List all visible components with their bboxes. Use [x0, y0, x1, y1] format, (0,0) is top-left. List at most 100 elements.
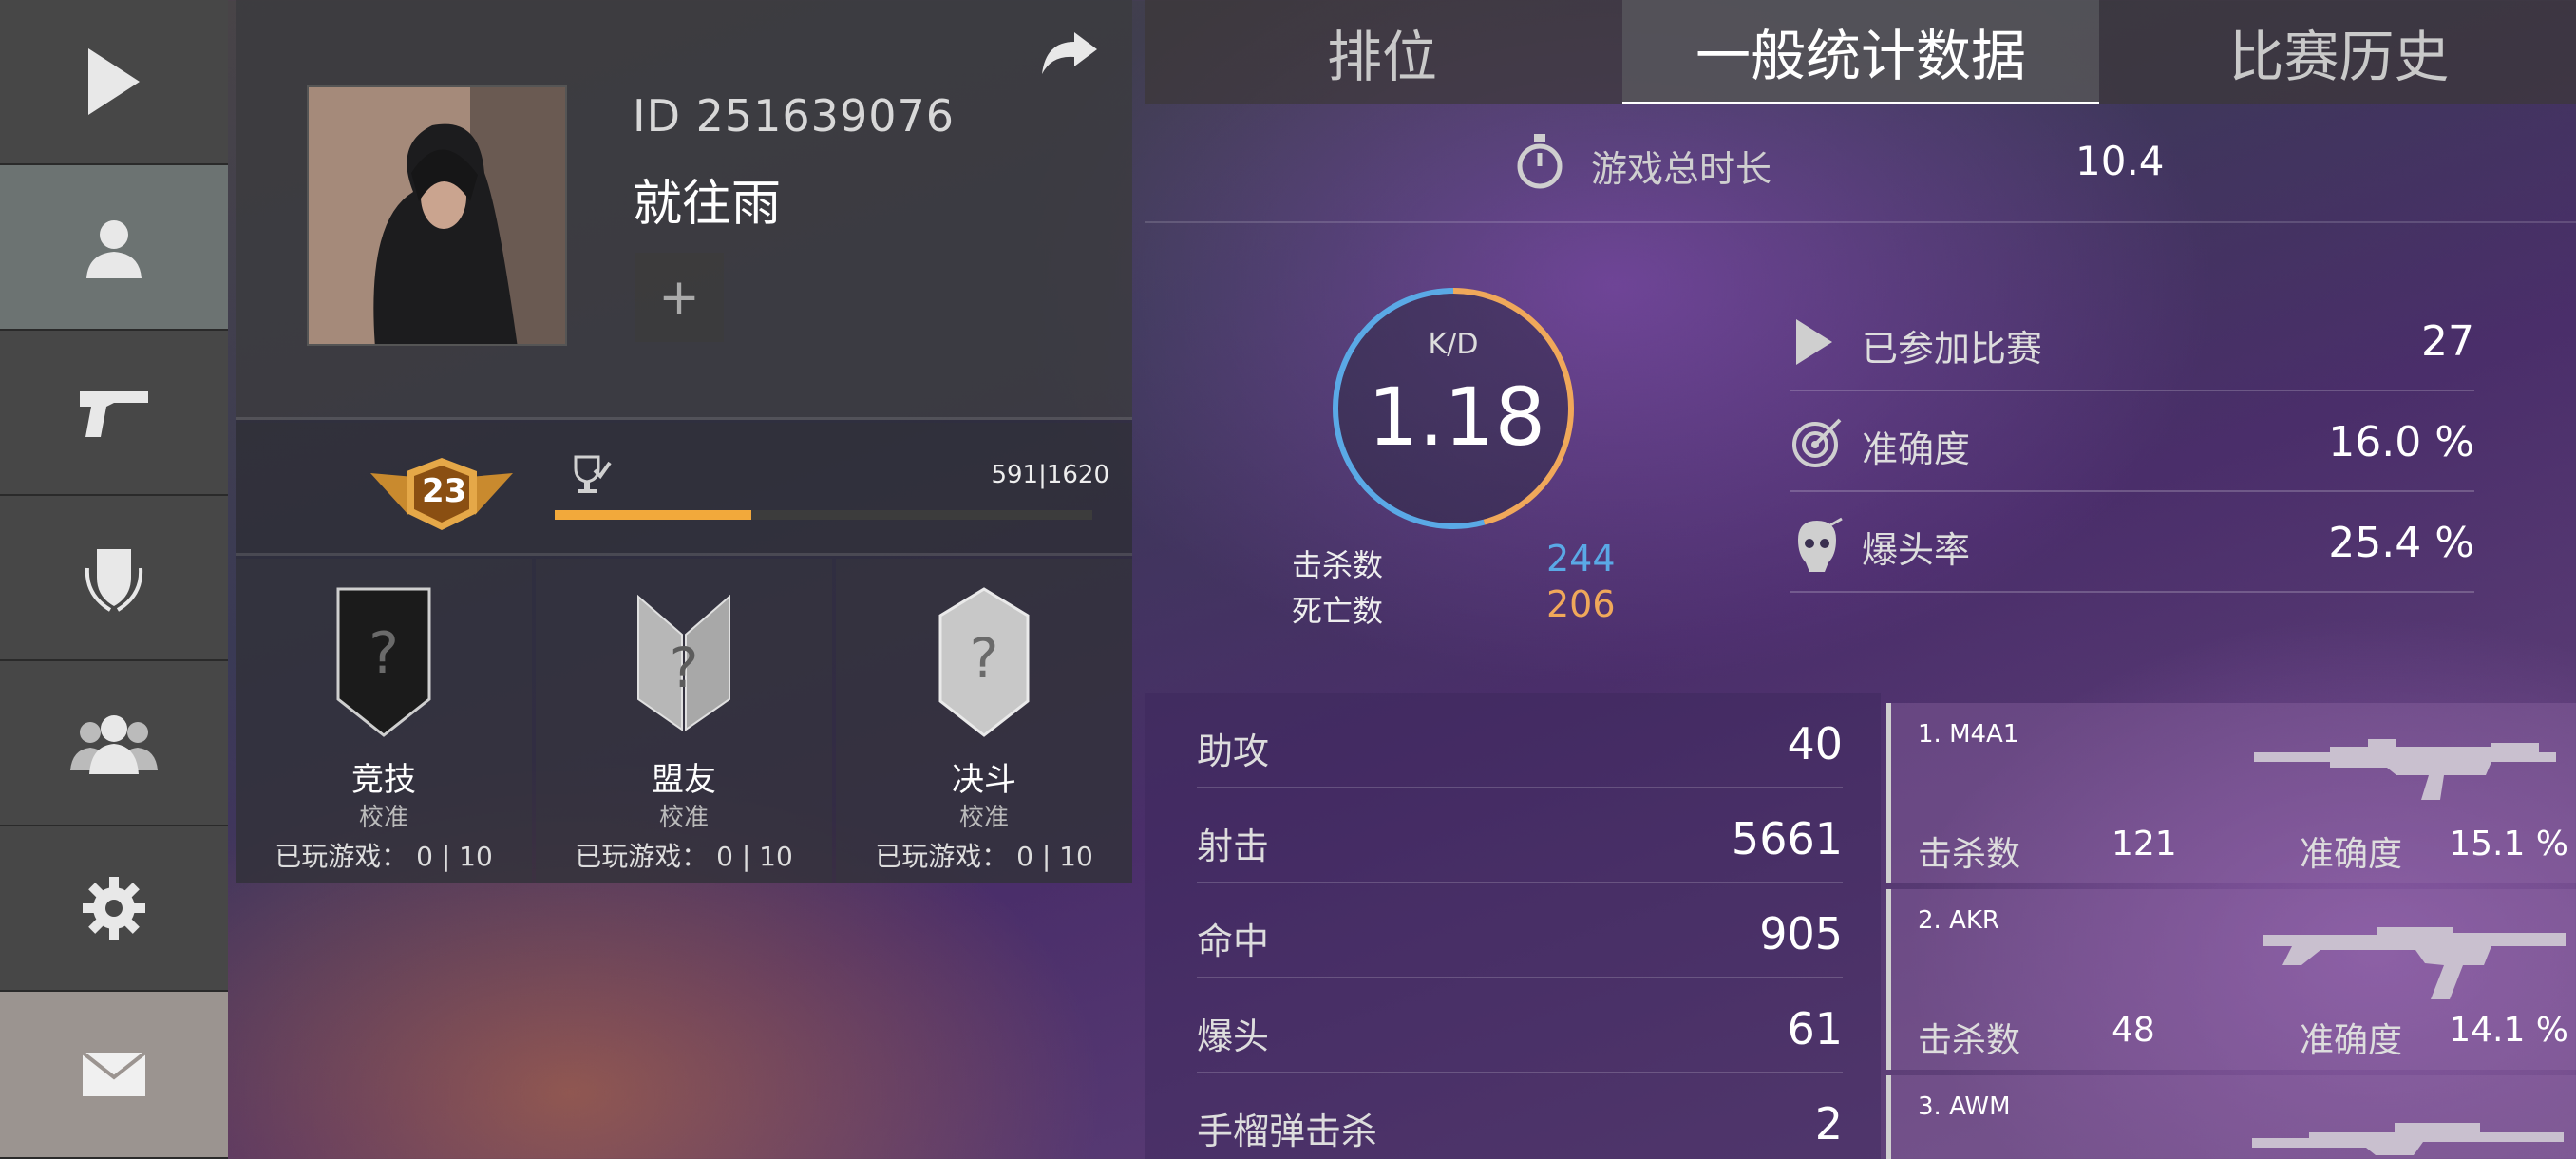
accuracy-label: 准确度 [1862, 428, 1971, 470]
detail-row: 爆头 61 [1197, 978, 1843, 1074]
sidebar-item-clan[interactable] [0, 496, 228, 661]
detail-label: 手榴弹击杀 [1197, 1111, 1378, 1152]
weapon-kills-value: 121 [2112, 825, 2177, 864]
weapon-accuracy-label: 准确度 [2300, 1021, 2403, 1060]
sidebar [0, 0, 228, 1159]
stat-row-headshot-rate: 爆头率 25.4 % [1790, 494, 2474, 593]
sidebar-item-mail[interactable] [0, 992, 228, 1159]
kills-label: 击杀数 [1292, 547, 1384, 583]
headshot-rate-value: 25.4 % [2328, 519, 2474, 567]
stats-tabs: 排位 一般统计数据 比赛历史 [1145, 0, 2576, 104]
deaths-label: 死亡数 [1292, 593, 1384, 629]
detail-row: 命中 905 [1197, 884, 1843, 978]
user-icon [86, 220, 142, 278]
mode-status: 校准 [958, 804, 1009, 832]
detail-value: 5661 [1731, 813, 1843, 864]
mode-cards: ? 竞技 校准 已玩游戏： 0 | 10 ? 盟友 校准 已玩游戏： 0 | 1… [236, 559, 1132, 884]
matches-label: 已参加比赛 [1862, 328, 2043, 370]
playtime-label: 游戏总时长 [1591, 148, 1772, 190]
weapon-kills-label: 击杀数 [1918, 835, 2021, 874]
avatar[interactable] [307, 86, 567, 346]
kills-value: 244 [1546, 538, 1616, 580]
target-icon [1792, 418, 1842, 467]
rank-row: 23 591|1620 [236, 423, 1132, 556]
xp-progress-bar [555, 510, 1092, 520]
mode-card-duel[interactable]: ? 决斗 校准 已玩游戏： 0 | 10 [836, 559, 1132, 884]
xp-text: 591|1620 [991, 461, 1109, 489]
sidebar-item-friends[interactable] [0, 661, 228, 826]
play-icon [1796, 319, 1832, 365]
detail-value: 905 [1759, 908, 1843, 960]
playtime-row: 游戏总时长 10.4 [1145, 109, 2576, 223]
avatar-photo [309, 87, 565, 344]
level-number: 23 [422, 472, 467, 510]
rifle-icon [2254, 739, 2556, 800]
detail-row: 助攻 40 [1197, 694, 1843, 788]
stat-row-matches: 已参加比赛 27 [1790, 293, 2474, 391]
pistol-icon [80, 391, 148, 437]
detail-label: 爆头 [1197, 1016, 1270, 1057]
svg-text:?: ? [369, 620, 399, 687]
detail-value: 2 [1814, 1098, 1843, 1150]
rifle-icon [2252, 1123, 2564, 1155]
tab-ranking[interactable]: 排位 [1145, 0, 1619, 104]
sidebar-item-settings[interactable] [0, 826, 228, 992]
mode-status: 校准 [658, 804, 709, 832]
sidebar-item-play[interactable] [0, 0, 228, 165]
mode-name: 竞技 [351, 761, 416, 799]
tab-general-stats[interactable]: 一般统计数据 [1622, 0, 2099, 104]
detail-value: 61 [1787, 1003, 1843, 1054]
weapon-card-awm[interactable]: 3. AWM [1886, 1075, 2576, 1159]
detail-value: 40 [1787, 718, 1843, 770]
weapon-accuracy-value: 14.1 % [2449, 1011, 2568, 1050]
rank-unknown-icon: ? [637, 594, 730, 732]
svg-text:?: ? [970, 626, 999, 691]
player-id: ID 251639076 [633, 90, 956, 142]
playtime-value: 10.4 [2075, 138, 2165, 184]
sidebar-item-weapons[interactable] [0, 331, 228, 496]
detail-row: 射击 5661 [1197, 788, 1843, 884]
play-icon [88, 48, 140, 115]
mode-card-allies[interactable]: ? 盟友 校准 已玩游戏： 0 | 10 [536, 559, 832, 884]
headshot-icon [1798, 517, 1843, 572]
deaths-value: 206 [1546, 583, 1616, 625]
kd-value: 1.18 [1368, 370, 1546, 464]
rifle-icon [2263, 927, 2566, 999]
mode-name: 决斗 [952, 761, 1016, 799]
weapon-accuracy-label: 准确度 [2300, 835, 2403, 874]
weapon-card-m4a1[interactable]: 1. M4A1 击杀数 121 准确度 15.1 % [1886, 703, 2576, 884]
mode-games-played: 已玩游戏： 0 | 10 [275, 841, 493, 872]
matches-value: 27 [2421, 317, 2474, 366]
player-name: 就往雨 [633, 176, 782, 233]
mode-status: 校准 [358, 804, 408, 832]
profile-panel: ID 251639076 就往雨 + 23 591|1620 ? 竞技 校准 已… [236, 0, 1132, 884]
rank-unknown-icon: ? [336, 587, 431, 737]
mode-games-played: 已玩游戏： 0 | 10 [875, 841, 1093, 872]
weapon-name: 2. AKR [1918, 906, 1999, 935]
weapon-accuracy-value: 15.1 % [2449, 825, 2568, 864]
detail-label: 射击 [1197, 826, 1270, 867]
detail-label: 助攻 [1197, 731, 1270, 772]
weapon-card-akr[interactable]: 2. AKR 击杀数 48 准确度 14.1 % [1886, 889, 2576, 1070]
gear-icon [83, 877, 145, 940]
rank-unknown-icon: ? [938, 587, 1030, 737]
share-icon[interactable] [1038, 28, 1099, 78]
shield-laurel-icon [85, 549, 143, 612]
accuracy-value: 16.0 % [2328, 418, 2474, 466]
sidebar-item-profile[interactable] [0, 165, 228, 331]
mode-card-competitive[interactable]: ? 竞技 校准 已玩游戏： 0 | 10 [236, 559, 532, 884]
tab-match-history[interactable]: 比赛历史 [2102, 0, 2576, 104]
weapon-name: 3. AWM [1918, 1092, 2011, 1121]
weapon-name: 1. M4A1 [1918, 720, 2019, 749]
mode-name: 盟友 [652, 761, 716, 799]
weapon-kills-label: 击杀数 [1918, 1021, 2021, 1060]
friends-icon [70, 715, 158, 774]
stopwatch-icon [1517, 134, 1563, 189]
trophy-icon [574, 455, 612, 493]
add-button[interactable]: + [635, 253, 724, 342]
kd-label: K/D [1428, 328, 1479, 361]
xp-progress-fill [555, 510, 751, 520]
detail-stats: 助攻 40 射击 5661 命中 905 爆头 61 手榴弹击杀 2 [1145, 694, 1881, 1159]
stat-row-accuracy: 准确度 16.0 % [1790, 393, 2474, 492]
mode-games-played: 已玩游戏： 0 | 10 [575, 841, 793, 872]
